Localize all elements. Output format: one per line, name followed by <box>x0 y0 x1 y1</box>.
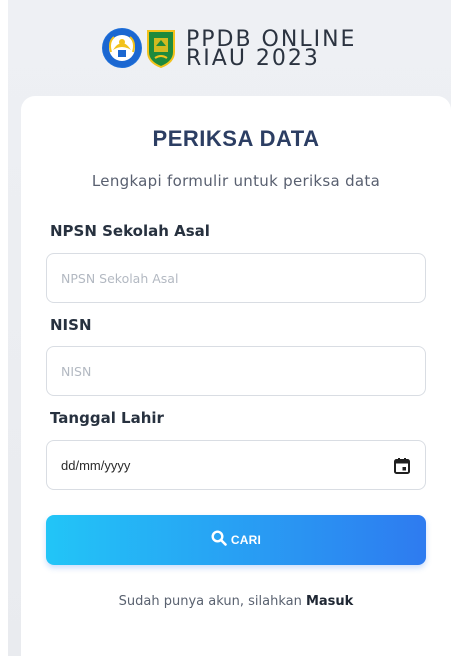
calendar-icon[interactable] <box>393 457 411 475</box>
search-button-label: CARI <box>230 533 262 547</box>
app-brand: PPDB ONLINE RIAU 2023 <box>186 29 356 70</box>
birthdate-label: Tanggal Lahir <box>50 409 164 427</box>
birthdate-input[interactable]: dd/mm/yyyy <box>46 440 426 490</box>
nisn-input[interactable] <box>46 346 426 396</box>
login-prompt-text: Sudah punya akun, silahkan <box>118 594 302 609</box>
login-prompt: Sudah punya akun, silahkan Masuk <box>21 594 451 609</box>
nisn-label: NISN <box>50 316 92 334</box>
login-link[interactable]: Masuk <box>306 594 353 609</box>
page-title: PERIKSA DATA <box>152 126 320 151</box>
npsn-label: NPSN Sekolah Asal <box>50 222 210 240</box>
search-button[interactable]: CARI <box>46 515 426 565</box>
birthdate-placeholder: dd/mm/yyyy <box>61 457 131 473</box>
check-data-card: PERIKSA DATA Lengkapi formulir untuk per… <box>21 96 451 656</box>
header: PPDB ONLINE RIAU 2023 <box>8 0 451 96</box>
search-icon <box>211 530 227 550</box>
page-subtitle: Lengkapi formulir untuk periksa data <box>91 172 381 190</box>
riau-emblem-icon <box>146 28 176 69</box>
npsn-input[interactable] <box>46 253 426 303</box>
tut-wuri-logo-icon <box>102 28 142 68</box>
